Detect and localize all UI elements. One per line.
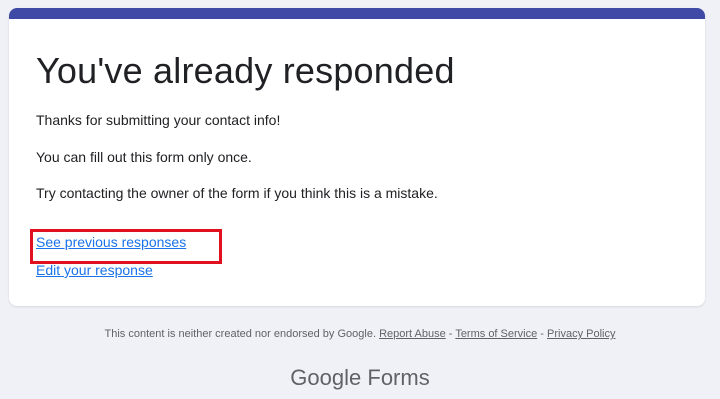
report-abuse-link[interactable]: Report Abuse bbox=[379, 328, 446, 340]
contact-owner-message: Try contacting the owner of the form if … bbox=[36, 185, 438, 201]
google-wordmark: Google bbox=[290, 365, 362, 390]
footer-separator: - bbox=[537, 328, 548, 340]
page-title: You've already responded bbox=[36, 50, 455, 91]
disclaimer-text: This content is neither created nor endo… bbox=[104, 328, 377, 340]
footer-separator: - bbox=[445, 328, 456, 340]
footer-disclaimer: This content is neither created nor endo… bbox=[0, 328, 720, 340]
forms-wordmark: Forms bbox=[367, 365, 430, 390]
edit-response-link[interactable]: Edit your response bbox=[36, 262, 153, 278]
theme-accent-bar bbox=[9, 8, 705, 19]
once-only-message: You can fill out this form only once. bbox=[36, 149, 252, 165]
see-previous-responses-link[interactable]: See previous responses bbox=[36, 234, 186, 250]
thanks-message: Thanks for submitting your contact info! bbox=[36, 112, 281, 128]
terms-of-service-link[interactable]: Terms of Service bbox=[455, 328, 537, 340]
google-forms-logo[interactable]: Google Forms bbox=[0, 365, 720, 391]
response-card: You've already responded Thanks for subm… bbox=[9, 8, 705, 306]
privacy-policy-link[interactable]: Privacy Policy bbox=[547, 328, 615, 340]
